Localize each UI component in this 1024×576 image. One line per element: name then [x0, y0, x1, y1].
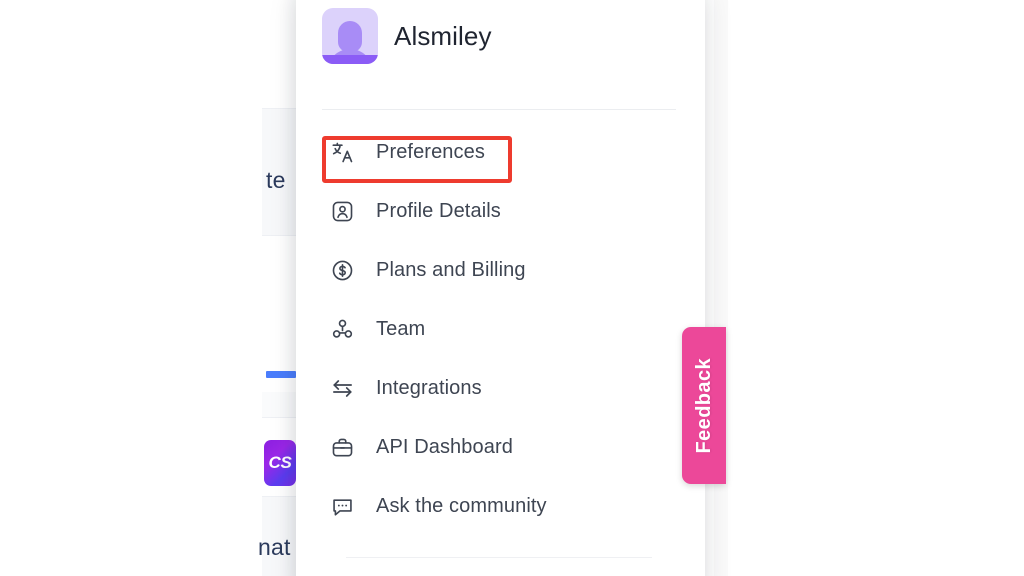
- feedback-tab-button[interactable]: Feedback: [682, 327, 726, 484]
- cs-logo-badge: CS: [264, 440, 296, 486]
- menu-item-label: Plans and Billing: [376, 258, 526, 281]
- user-square-icon: [330, 199, 354, 223]
- menu-item-preferences[interactable]: Preferences: [296, 132, 705, 172]
- menu-item-label: Profile Details: [376, 199, 501, 222]
- menu-item-label: API Dashboard: [376, 435, 513, 458]
- chat-bubble-icon: [330, 494, 354, 518]
- background-text-fragment-2: nat: [258, 534, 291, 560]
- background-text-fragment-1: te: [266, 167, 286, 193]
- menu-item-api-dashboard[interactable]: API Dashboard: [296, 427, 705, 467]
- translate-icon: [330, 140, 354, 164]
- account-header[interactable]: Alsmiley: [322, 8, 492, 64]
- account-menu: Preferences Profile Details Plans and Bi…: [296, 132, 705, 545]
- account-name: Alsmiley: [394, 20, 492, 51]
- divider-bottom: [346, 557, 652, 558]
- screen-root: te CS nat Feedback Alsmiley Preferences …: [0, 0, 1024, 576]
- vertical-scrollbar-track[interactable]: [714, 0, 728, 576]
- dollar-circle-icon: [330, 258, 354, 282]
- avatar-head-shape: [338, 21, 362, 52]
- swap-arrows-icon: [330, 376, 354, 400]
- background-accent-bar: [266, 371, 296, 378]
- divider-top: [322, 109, 676, 110]
- team-nodes-icon: [330, 317, 354, 341]
- menu-item-ask-the-community[interactable]: Ask the community: [296, 486, 705, 526]
- background-app-strip: [262, 0, 296, 576]
- background-card-2: [262, 392, 296, 418]
- menu-item-label: Team: [376, 317, 426, 340]
- menu-item-label: Preferences: [376, 140, 485, 163]
- menu-item-integrations[interactable]: Integrations: [296, 368, 705, 408]
- avatar: [322, 8, 378, 64]
- account-dropdown-panel: Alsmiley Preferences Profile Details Pla…: [296, 0, 705, 576]
- menu-item-label: Integrations: [376, 376, 482, 399]
- feedback-tab-label: Feedback: [692, 357, 715, 454]
- avatar-base-band: [322, 55, 378, 64]
- menu-item-profile-details[interactable]: Profile Details: [296, 191, 705, 231]
- menu-item-label: Ask the community: [376, 494, 547, 517]
- menu-item-team[interactable]: Team: [296, 309, 705, 349]
- briefcase-icon: [330, 435, 354, 459]
- menu-item-plans-and-billing[interactable]: Plans and Billing: [296, 250, 705, 290]
